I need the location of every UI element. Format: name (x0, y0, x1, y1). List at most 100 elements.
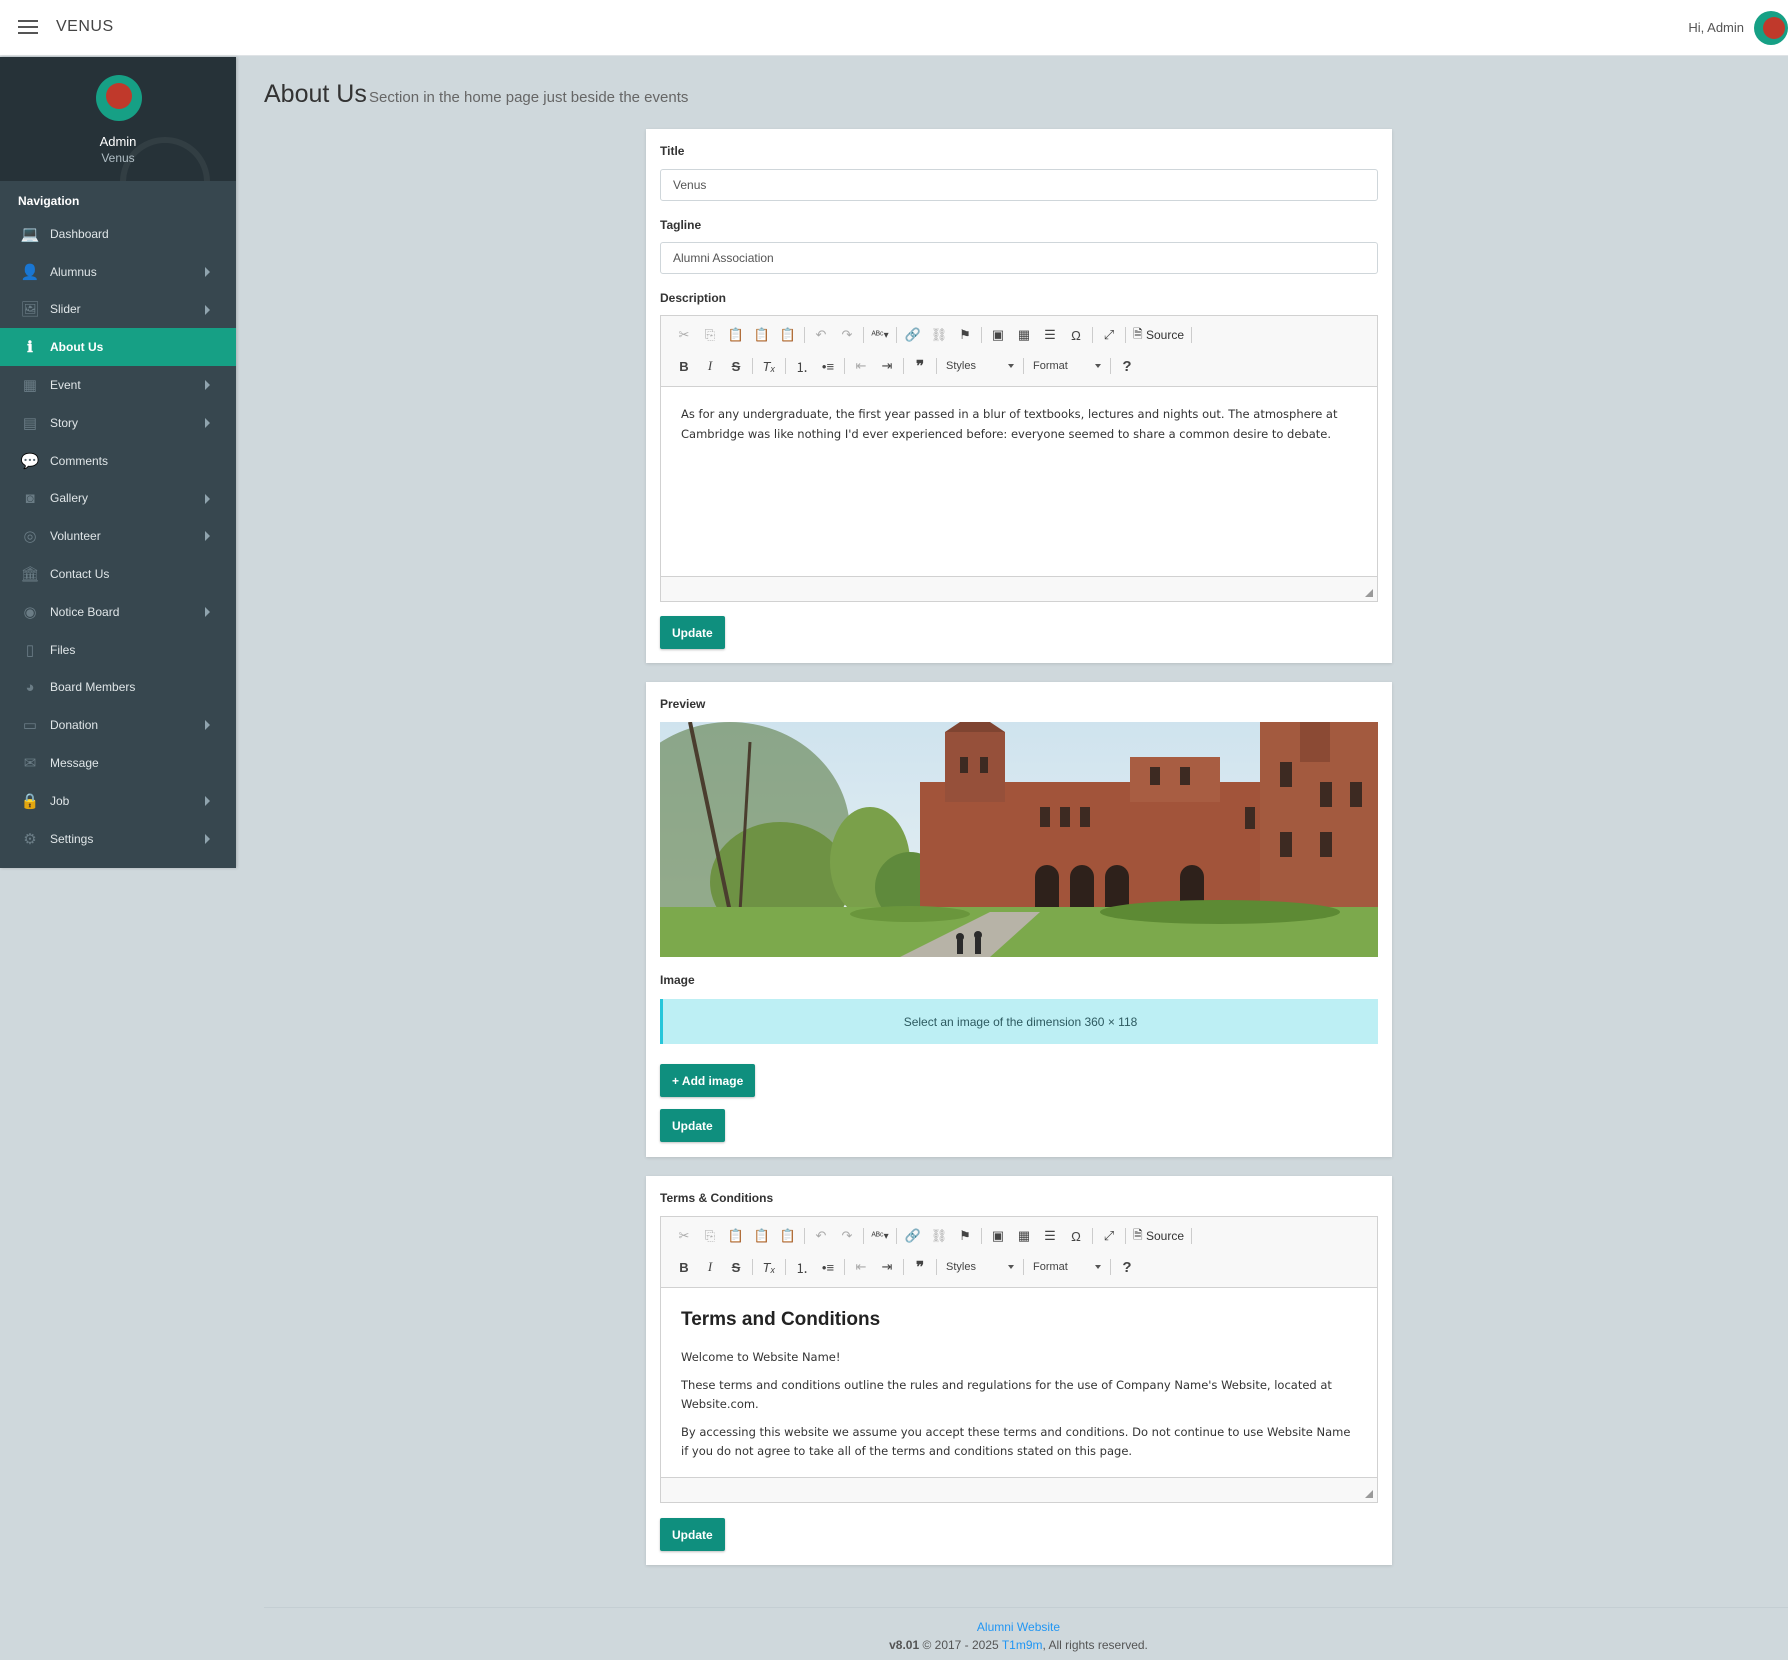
sidebar-item-contact-us[interactable]: 🏛 Contact Us (0, 555, 236, 593)
format-dropdown[interactable]: Format (1027, 356, 1107, 376)
page-title: About Us (264, 80, 367, 108)
title-input[interactable] (660, 169, 1378, 201)
hamburger-menu-icon[interactable] (18, 20, 38, 34)
sidebar-item-slider[interactable]: 🖼 Slider (0, 291, 236, 329)
sidebar-item-job[interactable]: 🔒 Job (0, 782, 236, 820)
help-icon[interactable]: ? (1114, 355, 1140, 377)
redo-icon[interactable]: ↷ (834, 1225, 860, 1247)
chevron-right-icon (205, 304, 210, 315)
bold-icon[interactable]: B (671, 355, 697, 377)
outdent-icon[interactable]: ⇤ (848, 355, 874, 377)
bullet-list-icon[interactable]: •≡ (815, 1256, 841, 1278)
sidebar-item-alumnus[interactable]: 👤 Alumnus (0, 253, 236, 291)
source-button[interactable]: 🗎 Source (1129, 1226, 1188, 1247)
navigation-heading: Navigation (18, 194, 80, 208)
sidebar-item-dashboard[interactable]: 💻 Dashboard (0, 215, 236, 253)
add-image-button[interactable]: + Add image (660, 1064, 756, 1097)
user-greeting: Hi, Admin (1688, 20, 1744, 35)
sidebar-item-about-us[interactable]: ℹ About Us (0, 328, 236, 367)
site-link[interactable]: Alumni Website (977, 1620, 1060, 1634)
brand-name[interactable]: VENUS (56, 18, 114, 36)
outdent-icon[interactable]: ⇤ (848, 1256, 874, 1278)
sidebar-item-donation[interactable]: ▭ Donation (0, 706, 236, 744)
paste-icon[interactable]: 📋 (723, 324, 749, 346)
editor-toolbar-row-2: B I S Tₓ ⒈ •≡ ⇤ ⇥ ❞ Styles Format ? (671, 353, 1140, 379)
about-update-button[interactable]: Update (660, 616, 725, 649)
maximize-icon[interactable]: ⤢ (1096, 324, 1122, 346)
indent-icon[interactable]: ⇥ (874, 355, 900, 377)
special-char-icon[interactable]: Ω (1063, 1225, 1089, 1247)
anchor-flag-icon[interactable]: ⚑ (952, 1225, 978, 1247)
blockquote-icon[interactable]: ❞ (907, 355, 933, 377)
sidebar-item-story[interactable]: ▤ Story (0, 404, 236, 442)
sidebar-item-label: Alumnus (50, 264, 97, 279)
source-button[interactable]: 🗎 Source (1129, 325, 1188, 346)
table-icon[interactable]: ▦ (1011, 1225, 1037, 1247)
link-icon[interactable]: 🔗 (900, 1225, 926, 1247)
sidebar-item-volunteer[interactable]: ◎ Volunteer (0, 517, 236, 555)
horizontal-line-icon[interactable]: ☰ (1037, 324, 1063, 346)
special-char-icon[interactable]: Ω (1063, 324, 1089, 346)
italic-icon[interactable]: I (697, 1256, 723, 1278)
image-insert-icon[interactable]: ▣ (985, 1225, 1011, 1247)
terms-editor: ✂ ⎘ 📋 📋 📋 ↶ ↷ ᴬᴮᶜ▾ 🔗 ⛓ ⚑ ▣ ▦ ☰ Ω ⤢ 🗎 Sou… (660, 1216, 1378, 1503)
terms-content[interactable]: Terms and Conditions Welcome to Website … (661, 1287, 1377, 1478)
image-update-button[interactable]: Update (660, 1109, 725, 1142)
sidebar-item-files[interactable]: ▯ Files (0, 631, 236, 669)
paste-text-icon[interactable]: 📋 (749, 324, 775, 346)
user-icon: 👤 (20, 263, 40, 281)
indent-icon[interactable]: ⇥ (874, 1256, 900, 1278)
user-avatar[interactable] (1754, 11, 1788, 45)
format-dropdown[interactable]: Format (1027, 1257, 1107, 1277)
calendar-icon: ▦ (22, 377, 38, 395)
horizontal-line-icon[interactable]: ☰ (1037, 1225, 1063, 1247)
styles-dropdown[interactable]: Styles (940, 356, 1020, 376)
strike-icon[interactable]: S (723, 355, 749, 377)
unlink-icon[interactable]: ⛓ (926, 1225, 952, 1247)
remove-format-icon[interactable]: Tₓ (756, 355, 782, 377)
undo-icon[interactable]: ↶ (808, 1225, 834, 1247)
table-icon[interactable]: ▦ (1011, 324, 1037, 346)
maximize-icon[interactable]: ⤢ (1096, 1225, 1122, 1247)
laptop-icon: 💻 (20, 225, 40, 243)
sidebar-item-message[interactable]: ✉ Message (0, 744, 236, 782)
cut-icon[interactable]: ✂ (671, 1225, 697, 1247)
sidebar-item-comments[interactable]: 💬 Comments (0, 442, 236, 480)
numbered-list-icon[interactable]: ⒈ (789, 1256, 815, 1278)
undo-icon[interactable]: ↶ (808, 324, 834, 346)
paste-word-icon[interactable]: 📋 (775, 1225, 801, 1247)
copy-icon[interactable]: ⎘ (697, 324, 723, 346)
sidebar-item-board-members[interactable]: ◕ Board Members (0, 669, 236, 707)
unlink-icon[interactable]: ⛓ (926, 324, 952, 346)
copy-icon[interactable]: ⎘ (697, 1225, 723, 1247)
resize-handle[interactable] (1365, 1490, 1373, 1498)
anchor-flag-icon[interactable]: ⚑ (952, 324, 978, 346)
italic-icon[interactable]: I (697, 355, 723, 377)
cut-icon[interactable]: ✂ (671, 324, 697, 346)
resize-handle[interactable] (1365, 589, 1373, 597)
numbered-list-icon[interactable]: ⒈ (789, 355, 815, 377)
bold-icon[interactable]: B (671, 1256, 697, 1278)
remove-format-icon[interactable]: Tₓ (756, 1256, 782, 1278)
blockquote-icon[interactable]: ❞ (907, 1256, 933, 1278)
image-insert-icon[interactable]: ▣ (985, 324, 1011, 346)
link-icon[interactable]: 🔗 (900, 324, 926, 346)
help-icon[interactable]: ? (1114, 1256, 1140, 1278)
spellcheck-icon[interactable]: ᴬᴮᶜ▾ (867, 324, 893, 346)
description-content[interactable]: As for any undergraduate, the first year… (661, 386, 1377, 577)
strike-icon[interactable]: S (723, 1256, 749, 1278)
paste-word-icon[interactable]: 📋 (775, 324, 801, 346)
tagline-input[interactable] (660, 242, 1378, 274)
author-link[interactable]: T1m9m (1002, 1638, 1043, 1652)
redo-icon[interactable]: ↷ (834, 324, 860, 346)
paste-icon[interactable]: 📋 (723, 1225, 749, 1247)
sidebar-item-settings[interactable]: ⚙ Settings (0, 820, 236, 858)
sidebar-item-gallery[interactable]: ◙ Gallery (0, 480, 236, 518)
sidebar-item-notice-board[interactable]: ◉ Notice Board (0, 593, 236, 631)
spellcheck-icon[interactable]: ᴬᴮᶜ▾ (867, 1225, 893, 1247)
bullet-list-icon[interactable]: •≡ (815, 355, 841, 377)
paste-text-icon[interactable]: 📋 (749, 1225, 775, 1247)
styles-dropdown[interactable]: Styles (940, 1257, 1020, 1277)
terms-update-button[interactable]: Update (660, 1518, 725, 1551)
sidebar-item-event[interactable]: ▦ Event (0, 366, 236, 404)
